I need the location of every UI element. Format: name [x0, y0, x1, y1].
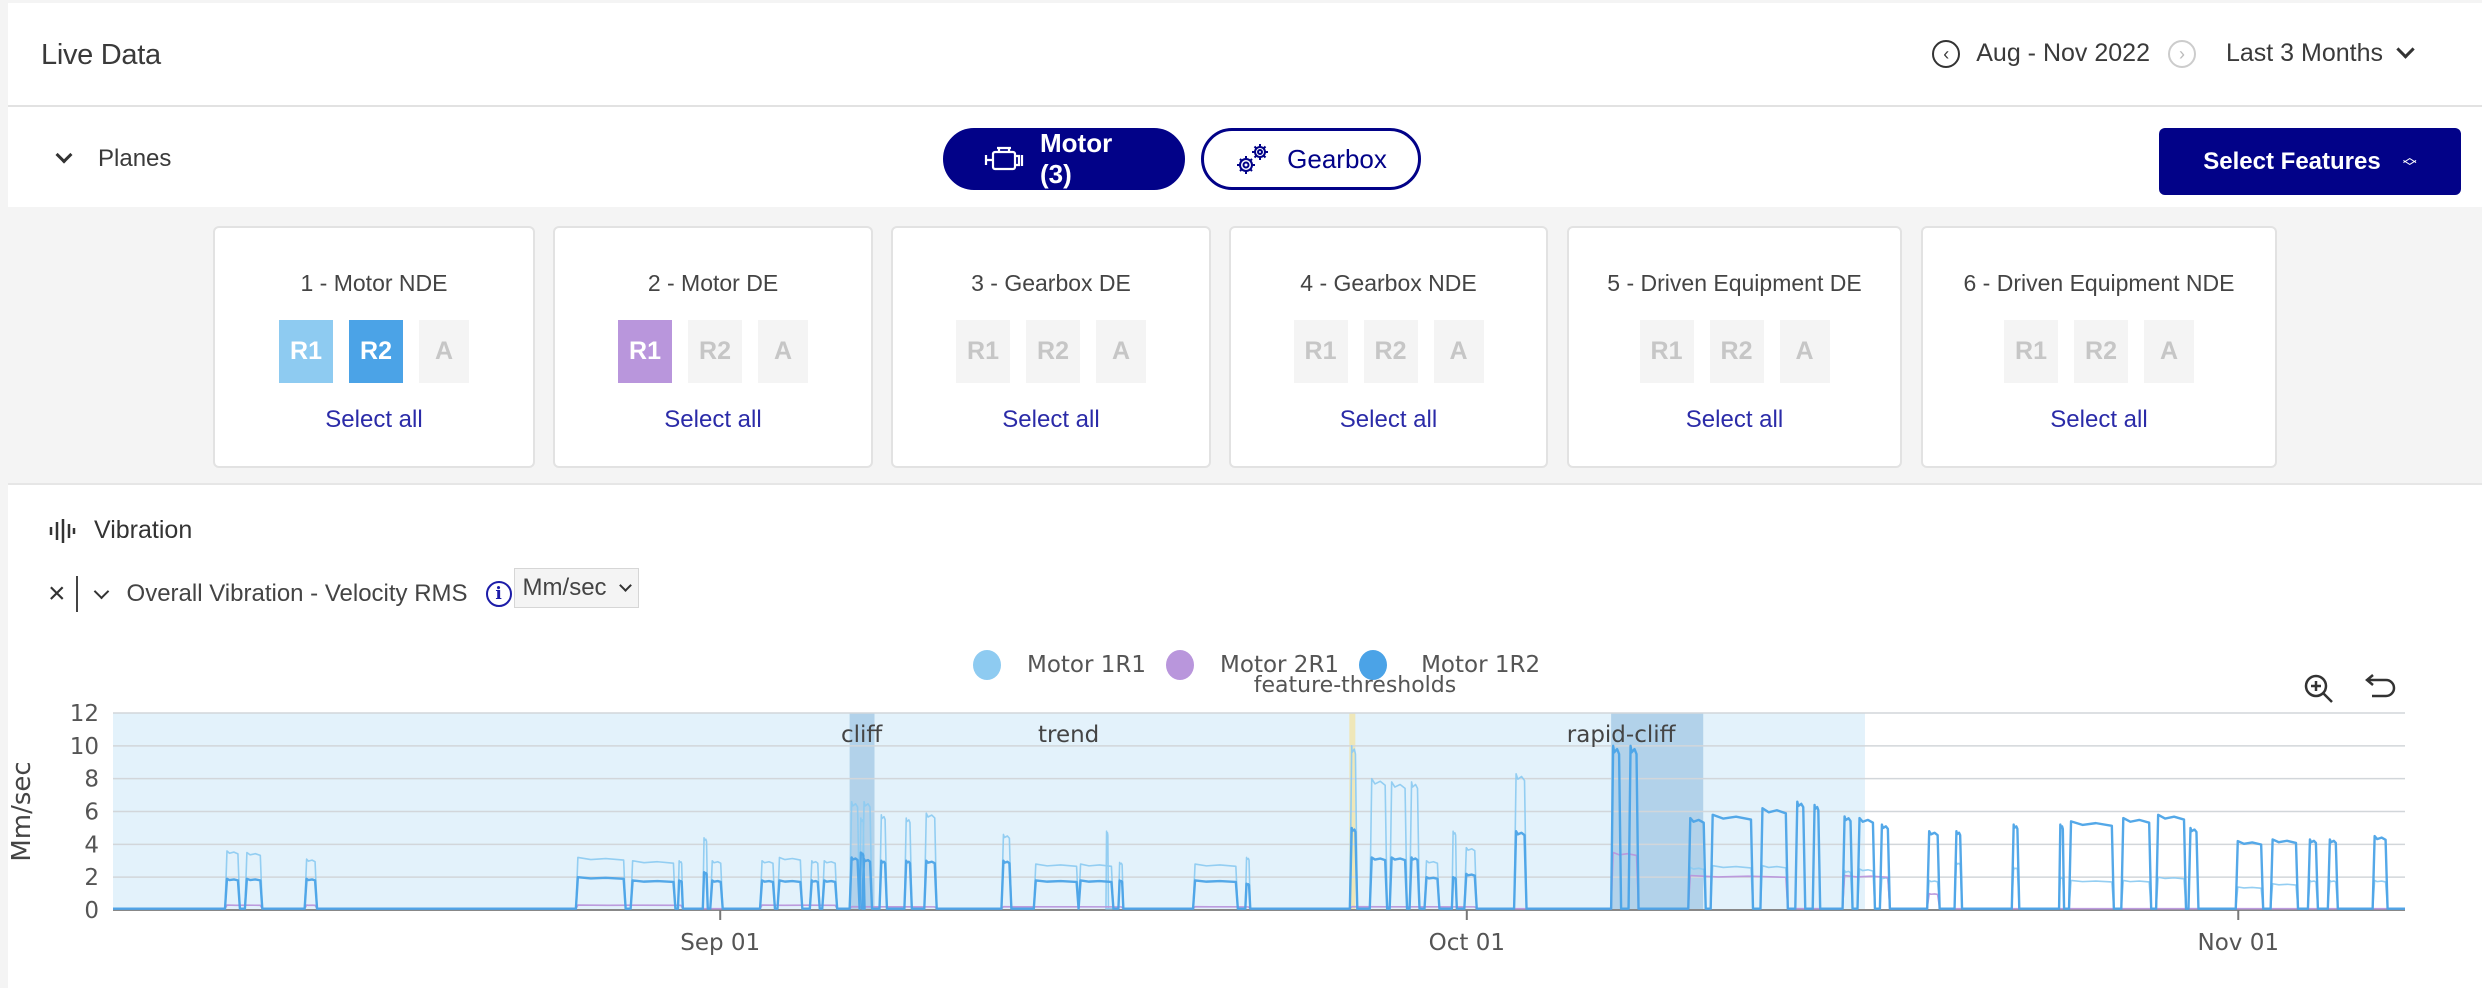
chip-r1[interactable]: R1 [1293, 320, 1348, 383]
vibration-section-header: Vibration [48, 516, 192, 545]
gears-icon [1235, 142, 1271, 176]
chip-r1[interactable]: R1 [279, 320, 333, 383]
plane-card-title: 6 - Driven Equipment NDE [1963, 270, 2235, 296]
chevron-left-circle-icon[interactable]: ‹ [1932, 39, 1961, 68]
chip-r1[interactable]: R1 [1639, 320, 1694, 383]
planes-collapse-toggle[interactable]: Planes [48, 145, 171, 173]
plane-card: 2 - Motor DE R1 R2 A Select all [553, 226, 873, 468]
plane-card-title: 2 - Motor DE [647, 270, 779, 296]
plane-card-title: 5 - Driven Equipment DE [1607, 270, 1862, 296]
plane-card-title: 4 - Gearbox NDE [1300, 270, 1477, 296]
planes-panel: 1 - Motor NDE R1 R2 A Select all 2 - Mot… [8, 207, 2482, 485]
sort-updown-icon: ︿ ﹀ [2402, 148, 2417, 175]
annotation-label-cliff: cliff [841, 722, 883, 748]
tab-motor-label: Motor (3) [1040, 128, 1113, 189]
select-features-label: Select Features [2203, 147, 2381, 175]
plane-chips: R1 R2 A [555, 320, 871, 383]
plane-card: 6 - Driven Equipment NDE R1 R2 A Select … [1921, 226, 2277, 468]
planes-toolbar: Planes Motor (3) Gearbox Select Features… [8, 109, 2482, 209]
y-tick-label: 10 [70, 734, 99, 760]
info-icon[interactable]: i [485, 581, 512, 607]
divider [75, 576, 78, 612]
annotation-label-trend: trend [1038, 722, 1099, 748]
chip-r2[interactable]: R2 [1026, 320, 1080, 383]
y-tick-label: 6 [84, 800, 99, 826]
motor-icon [984, 144, 1024, 174]
chip-a[interactable]: A [419, 320, 469, 383]
chip-r1[interactable]: R1 [618, 320, 672, 383]
chevron-down-icon [618, 579, 632, 592]
threshold-label: feature-thresholds [1254, 673, 1456, 698]
chevron-down-icon [55, 146, 73, 164]
plane-card: 4 - Gearbox NDE R1 R2 A Select all [1229, 226, 1548, 468]
x-tick-label: Nov 01 [2198, 930, 2279, 956]
chevron-down-icon[interactable] [93, 583, 109, 599]
select-all-link[interactable]: Select all [1923, 406, 2275, 434]
y-tick-label: 12 [70, 701, 99, 727]
plane-card: 3 - Gearbox DE R1 R2 A Select all [891, 226, 1211, 468]
vibration-label: Vibration [94, 516, 193, 544]
chip-r2[interactable]: R2 [1363, 320, 1418, 383]
chip-a[interactable]: A [1779, 320, 1830, 383]
plane-card-title: 3 - Gearbox DE [971, 270, 1131, 296]
y-tick-label: 4 [84, 832, 99, 858]
chip-a[interactable]: A [1433, 320, 1484, 383]
y-axis-label: Mm/sec [7, 761, 37, 861]
chip-r2[interactable]: R2 [1709, 320, 1764, 383]
y-tick-label: 0 [84, 898, 99, 924]
unit-select-value: Mm/sec [522, 574, 607, 601]
equipment-tabs: Motor (3) Gearbox [943, 128, 1421, 190]
plane-chips: R1 R2 A [893, 320, 1209, 383]
tab-gearbox[interactable]: Gearbox [1201, 128, 1421, 190]
chip-r1[interactable]: R1 [2004, 320, 2058, 383]
x-tick-label: Oct 01 [1429, 930, 1505, 956]
chevron-right-circle-icon[interactable]: › [2167, 39, 2196, 68]
period-dropdown[interactable]: Last 3 Months [2226, 39, 2383, 68]
tab-motor[interactable]: Motor (3) [943, 128, 1185, 190]
select-all-link[interactable]: Select all [555, 406, 871, 434]
unit-select[interactable]: Mm/sec [513, 568, 639, 608]
y-tick-label: 2 [84, 865, 99, 891]
feature-row: × Overall Vibration - Velocity RMS i Mm/… [48, 568, 639, 612]
page-header: Live Data ‹ Aug - Nov 2022 › Last 3 Mont… [8, 3, 2482, 107]
y-tick-label: 8 [84, 767, 99, 793]
planes-label: Planes [98, 145, 172, 172]
chip-a[interactable]: A [758, 320, 808, 383]
select-all-link[interactable]: Select all [215, 406, 533, 434]
select-features-button[interactable]: Select Features ︿ ﹀ [2159, 128, 2461, 195]
plane-chips: R1 R2 A [1569, 320, 1900, 383]
chip-r2[interactable]: R2 [2074, 320, 2128, 383]
chevron-down-icon[interactable] [2396, 40, 2415, 59]
date-navigation: ‹ Aug - Nov 2022 › Last 3 Months [1932, 39, 2415, 68]
plane-card: 5 - Driven Equipment DE R1 R2 A Select a… [1567, 226, 1902, 468]
annotation-label-rapid-cliff: rapid-cliff [1567, 722, 1677, 748]
chip-r2[interactable]: R2 [349, 320, 403, 383]
select-all-link[interactable]: Select all [893, 406, 1209, 434]
select-all-link[interactable]: Select all [1569, 406, 1900, 434]
x-tick-label: Sep 01 [680, 930, 760, 956]
plane-card-title: 1 - Motor NDE [300, 270, 448, 296]
chip-r1[interactable]: R1 [956, 320, 1010, 383]
plane-chips: R1 R2 A [1923, 320, 2275, 383]
plane-chips: R1 R2 A [1231, 320, 1546, 383]
chip-a[interactable]: A [1096, 320, 1146, 383]
plane-card: 1 - Motor NDE R1 R2 A Select all [213, 226, 535, 468]
select-all-link[interactable]: Select all [1231, 406, 1546, 434]
vibration-chart[interactable]: 0 2 4 6 8 10 12 Sep 01 Oct 01 Nov 01 Mm/sec feature… [0, 640, 2482, 988]
tab-gearbox-label: Gearbox [1287, 143, 1387, 174]
page-title: Live Data [41, 39, 161, 71]
chip-r2[interactable]: R2 [688, 320, 742, 383]
chip-a[interactable]: A [2144, 320, 2194, 383]
close-icon[interactable]: × [48, 577, 66, 611]
waveform-icon [48, 518, 76, 544]
feature-label: Overall Vibration - Velocity RMS [126, 580, 468, 607]
date-range: Aug - Nov 2022 [1976, 39, 2150, 67]
plane-chips: R1 R2 A [215, 320, 533, 383]
